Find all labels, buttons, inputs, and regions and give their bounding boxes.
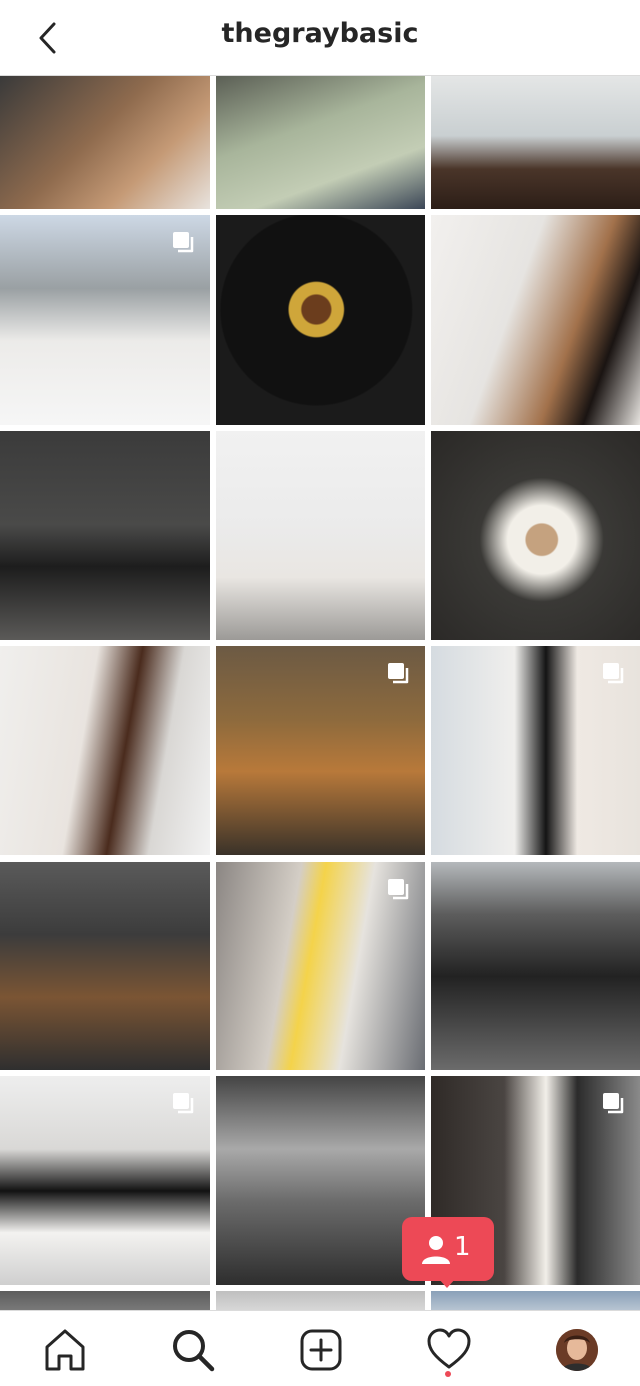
- post-thumbnail: [0, 1291, 210, 1311]
- post-dining-room[interactable]: [431, 76, 640, 209]
- post-partial-3[interactable]: [431, 1291, 640, 1311]
- post-dog-couch[interactable]: [0, 1076, 210, 1285]
- heart-icon: [427, 1328, 471, 1369]
- add-post-icon: [300, 1329, 342, 1371]
- carousel-icon: [173, 232, 194, 253]
- post-thumbnail: [431, 431, 640, 640]
- post-thumbnail: [216, 1291, 425, 1311]
- home-icon: [45, 1329, 85, 1371]
- avatar-photo: [556, 1329, 598, 1371]
- post-feet-coat[interactable]: [0, 76, 210, 209]
- post-thumbnail: [431, 862, 640, 1070]
- post-dark-interior[interactable]: [0, 431, 210, 640]
- post-thumbnail: [431, 215, 640, 425]
- post-bubble-tea[interactable]: [0, 862, 210, 1070]
- post-thumbnail: [216, 1076, 425, 1285]
- bubble-pointer: [438, 1278, 456, 1288]
- nav-search[interactable]: [168, 1325, 218, 1375]
- post-thumbnail: [216, 215, 425, 425]
- post-green-top[interactable]: [216, 76, 425, 209]
- carousel-icon: [388, 879, 409, 900]
- notification-count: 1: [454, 1232, 471, 1262]
- post-thumbnail: [0, 862, 210, 1070]
- post-populace-cafe[interactable]: [431, 862, 640, 1070]
- post-dessert-plate[interactable]: [216, 215, 425, 425]
- post-thumbnail: [431, 76, 640, 209]
- post-dog-sweater[interactable]: [431, 646, 640, 855]
- carousel-icon: [603, 1093, 624, 1114]
- profile-avatar[interactable]: [556, 1329, 598, 1371]
- post-thumbnail: [0, 431, 210, 640]
- page-title: thegraybasic: [221, 18, 419, 49]
- post-yellow-flowers[interactable]: [216, 431, 425, 640]
- post-partial-1[interactable]: [0, 1291, 210, 1311]
- post-yellow-bear[interactable]: [216, 862, 425, 1070]
- search-icon: [173, 1330, 215, 1372]
- post-cream-dress[interactable]: [0, 646, 210, 855]
- profile-grid-screen: thegraybasic 1: [0, 0, 640, 1386]
- post-coffee-book[interactable]: [431, 431, 640, 640]
- post-partial-2[interactable]: [216, 1291, 425, 1311]
- nav-home[interactable]: [40, 1325, 90, 1375]
- nav-activity[interactable]: [424, 1325, 474, 1375]
- follower-icon: [422, 1236, 450, 1264]
- post-flowers-woman[interactable]: [431, 215, 640, 425]
- post-thumbnail: [216, 431, 425, 640]
- post-thumbnail: [216, 76, 425, 209]
- activity-notification-bubble[interactable]: 1: [402, 1217, 494, 1281]
- carousel-icon: [173, 1093, 194, 1114]
- post-thumbnail: [431, 1291, 640, 1311]
- post-thumbnail: [0, 76, 210, 209]
- post-snow-coat[interactable]: [0, 215, 210, 425]
- nav-create[interactable]: [296, 1325, 346, 1375]
- activity-indicator-dot: [445, 1371, 451, 1377]
- carousel-icon: [603, 663, 624, 684]
- post-pumpkins[interactable]: [216, 1076, 425, 1285]
- top-bar: thegraybasic: [0, 0, 640, 76]
- bottom-nav: [0, 1310, 640, 1386]
- post-camel-jacket[interactable]: [216, 646, 425, 855]
- carousel-icon: [388, 663, 409, 684]
- post-thumbnail: [0, 646, 210, 855]
